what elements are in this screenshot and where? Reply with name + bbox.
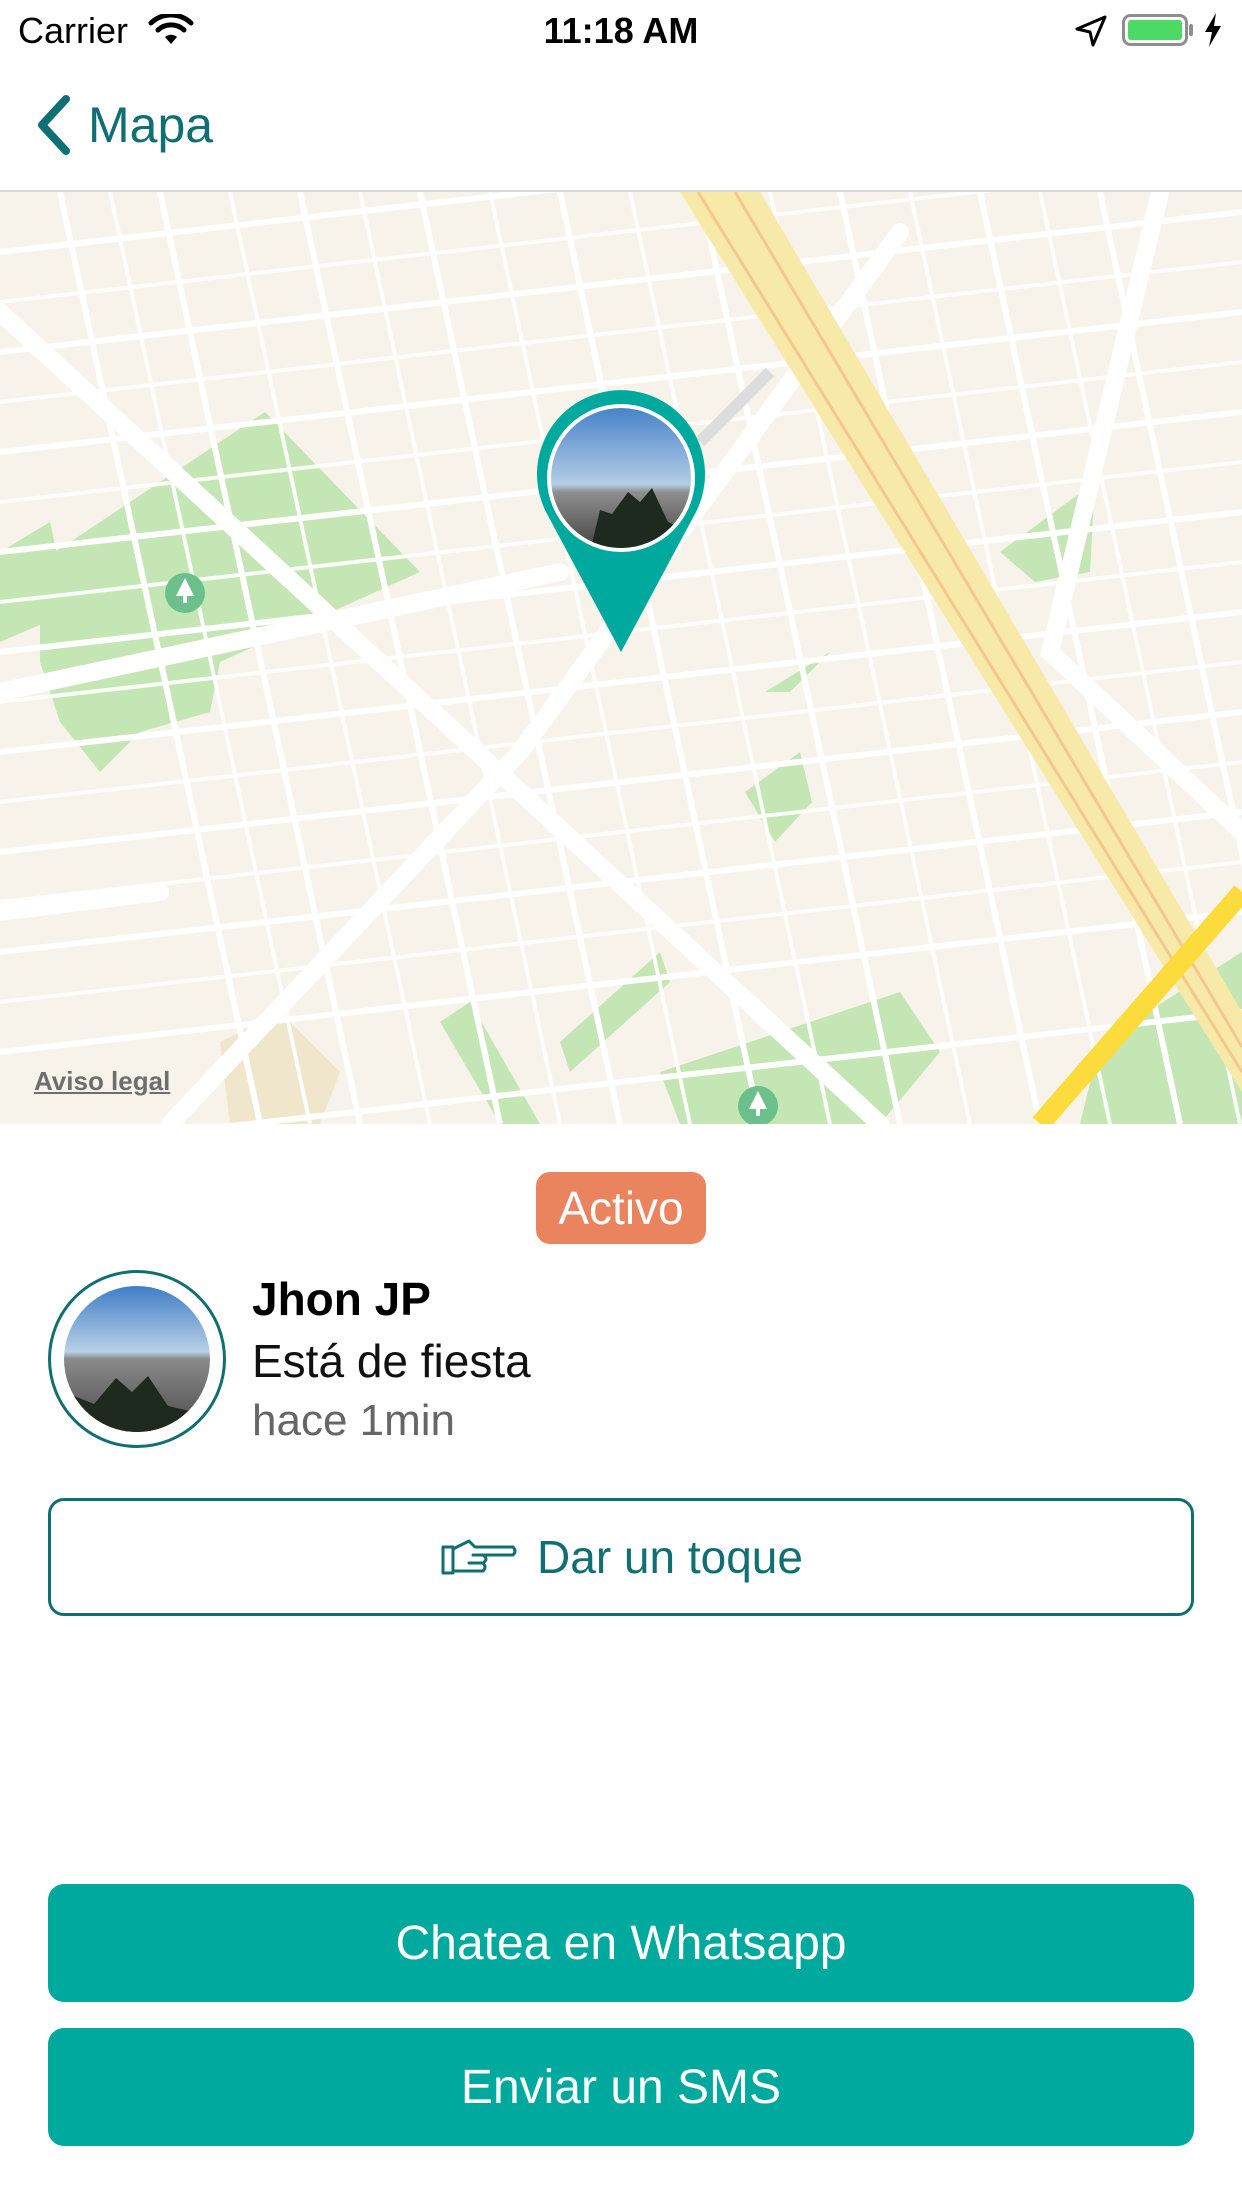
back-button[interactable]: Mapa [34,90,213,160]
legal-link[interactable]: Aviso legal [34,1066,170,1097]
whatsapp-label: Chatea en Whatsapp [395,1916,847,1970]
user-name: Jhon JP [252,1273,431,1325]
avatar [48,1270,226,1448]
charging-bolt-icon [1205,13,1221,47]
poke-button[interactable]: Dar un toque [48,1498,1194,1616]
map-tiles [0,192,1242,1124]
avatar-photo [64,1286,210,1432]
poke-label: Dar un toque [537,1531,803,1583]
battery-icon [1122,14,1193,46]
location-arrow-icon [1075,15,1107,47]
user-activity: Está de fiesta [252,1335,531,1387]
sms-button[interactable]: Enviar un SMS [48,2028,1194,2146]
last-seen: hace 1min [252,1396,456,1445]
status-bar: Carrier 11:18 AM [0,0,1242,62]
navigation-bar: Mapa [0,62,1242,192]
back-label: Mapa [88,97,214,153]
pointing-hand-icon [441,1539,517,1575]
map-view[interactable]: Aviso legal [0,192,1242,1124]
tree-icon [165,573,205,613]
status-badge: Activo [536,1172,706,1244]
chevron-left-icon [38,95,70,155]
clock: 11:18 AM [543,10,699,51]
sms-label: Enviar un SMS [460,2060,782,2114]
map-pin-avatar[interactable] [537,390,705,652]
whatsapp-button[interactable]: Chatea en Whatsapp [48,1884,1194,2002]
